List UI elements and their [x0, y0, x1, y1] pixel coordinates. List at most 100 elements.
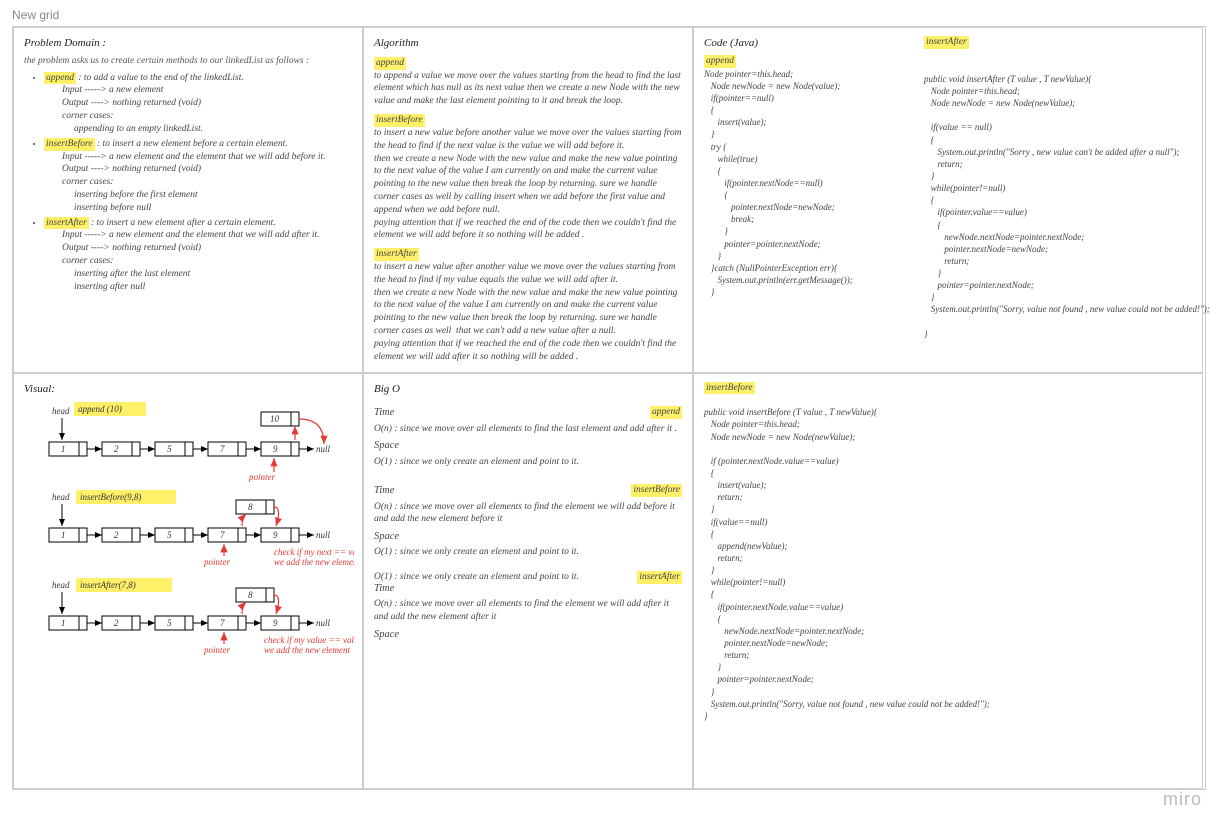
cell-algorithm: Algorithm append to append a value we mo… [363, 27, 693, 373]
problem-heading: Problem Domain : [24, 36, 352, 51]
main-grid: Problem Domain : the problem asks us to … [12, 26, 1206, 790]
vis-null-2: null [316, 530, 331, 540]
bigo-space-2: Space [374, 530, 682, 544]
vis-note-before-1: check if my next == value [274, 547, 354, 557]
vis-note-after-1: check if my value == value [264, 635, 354, 645]
visual-diagram: append (10) head 1 2 5 7 9 null [24, 400, 354, 760]
svg-text:2: 2 [114, 618, 119, 628]
svg-text:7: 7 [220, 618, 225, 628]
cell-visual: Visual: append (10) head 1 2 5 [13, 373, 363, 790]
vis-null-3: null [316, 618, 331, 628]
bigo-append-name: append [650, 406, 682, 419]
method-insert-after-def: : to insert a new element after a certai… [91, 218, 276, 228]
bigo-insertbefore-name: insertBefore [631, 484, 682, 497]
vis-label-insert-after: insertAfter(7,8) [80, 580, 136, 590]
svg-text:5: 5 [167, 618, 172, 628]
svg-text:8: 8 [248, 590, 253, 600]
vis-note-after-2: we add the new element [264, 645, 350, 655]
svg-text:8: 8 [248, 502, 253, 512]
bigo-heading: Big O [374, 382, 682, 397]
insert-before-case-0: inserting before the first element [74, 189, 352, 202]
svg-text:1: 1 [61, 444, 66, 454]
bigo-space-1: Space [374, 439, 682, 453]
cell-code-insertbefore: insertBefore public void insertBefore (T… [693, 373, 1203, 790]
algo-insert-after-name: insertAfter [374, 248, 419, 261]
insert-after-case-1: inserting after null [74, 281, 352, 294]
problem-intro: the problem asks us to create certain me… [24, 55, 352, 68]
vis-row2-chain: 1 2 5 7 9 null [49, 528, 331, 542]
vis-pointer-1: pointer [248, 472, 275, 482]
vis-row3-chain: 1 2 5 7 9 null [49, 616, 331, 630]
bigo-append-space: O(1) : since we only create an element a… [374, 456, 682, 469]
vis-label-append: append (10) [78, 404, 122, 414]
insert-after-output: Output ----> nothing returned (void) [62, 242, 352, 255]
append-case-0: appending to an empty linkedList. [74, 123, 352, 136]
bigo-insertafter-name: insertAfter [637, 571, 682, 584]
vis-null-1: null [316, 444, 331, 454]
method-append-def: : to add a value to the end of the linke… [78, 73, 243, 83]
algo-insert-before-text: to insert a new value before another val… [374, 127, 682, 242]
algo-insert-after-text: to insert a new value after another valu… [374, 261, 682, 364]
vis-row1-chain: 1 2 5 7 9 null [49, 442, 331, 456]
code-heading: Code (Java) [704, 36, 904, 51]
vis-head-2: head [52, 492, 70, 502]
visual-heading: Visual: [24, 382, 352, 397]
method-insert-before: insertBefore [44, 138, 95, 151]
algorithm-heading: Algorithm [374, 36, 682, 51]
method-append: append [44, 72, 76, 85]
vis-head-3: head [52, 580, 70, 590]
vis-pointer-2: pointer [203, 557, 230, 567]
insert-after-input: Input -----> a new element and the eleme… [62, 229, 352, 242]
svg-text:5: 5 [167, 444, 172, 454]
append-corner: corner cases: [62, 110, 352, 123]
vis-label-insert-before: insertBefore(9,8) [80, 492, 141, 502]
cell-bigo: Big O Time append O(n) : since we move o… [363, 373, 693, 790]
bigo-time-3-overlay: Time [374, 582, 682, 596]
svg-text:1: 1 [61, 530, 66, 540]
cell-problem-domain: Problem Domain : the problem asks us to … [13, 27, 363, 373]
svg-text:2: 2 [114, 530, 119, 540]
code-append-body: Node pointer=this.head; Node newNode = n… [704, 68, 904, 299]
svg-text:9: 9 [273, 530, 278, 540]
svg-text:9: 9 [273, 444, 278, 454]
svg-text:9: 9 [273, 618, 278, 628]
append-input: Input -----> a new element [62, 84, 352, 97]
svg-text:10: 10 [270, 414, 280, 424]
svg-text:5: 5 [167, 530, 172, 540]
code-insertafter-body: public void insertAfter (T value , T new… [924, 73, 1210, 340]
svg-text:7: 7 [220, 444, 225, 454]
bigo-insertbefore-space: O(1) : since we only create an element a… [374, 546, 682, 559]
vis-note-before-2: we add the new element [274, 557, 354, 567]
bigo-time-2: Time [374, 484, 394, 498]
algo-insert-before-name: insertBefore [374, 114, 425, 127]
vis-head-1: head [52, 406, 70, 416]
bigo-time-1: Time [374, 406, 394, 420]
algo-append-text: to append a value we move over the value… [374, 70, 682, 108]
code-insertbefore-name: insertBefore [704, 382, 755, 395]
method-insert-after: insertAfter [44, 217, 89, 230]
insert-before-output: Output ----> nothing returned (void) [62, 163, 352, 176]
code-append-name: append [704, 55, 736, 68]
svg-text:1: 1 [61, 618, 66, 628]
insert-after-corner: corner cases: [62, 255, 352, 268]
algo-append-name: append [374, 57, 406, 70]
page-title: New grid [12, 8, 1206, 22]
insert-before-input: Input -----> a new element and the eleme… [62, 151, 352, 164]
bigo-append-time: O(n) : since we move over all elements t… [374, 423, 682, 436]
bigo-space-3: Space [374, 628, 682, 642]
code-insertafter-name: insertAfter [924, 36, 969, 49]
bigo-insertbefore-time: O(n) : since we move over all elements t… [374, 501, 682, 527]
bigo-insertafter-pretime: O(1) : since we only create an element a… [374, 571, 637, 584]
insert-before-case-1: inserting before null [74, 202, 352, 215]
bigo-insertafter-time: O(n) : since we move over all elements t… [374, 598, 682, 624]
code-insertbefore-body: public void insertBefore (T value , T ne… [704, 406, 1192, 722]
svg-text:7: 7 [220, 530, 225, 540]
cell-code-java: Code (Java) append Node pointer=this.hea… [693, 27, 1203, 373]
method-insert-before-def: : to insert a new element before a certa… [97, 139, 288, 149]
insert-after-case-0: inserting after the last element [74, 268, 352, 281]
svg-text:2: 2 [114, 444, 119, 454]
vis-pointer-3: pointer [203, 645, 230, 655]
brand-logo: miro [1163, 789, 1202, 810]
append-output: Output ----> nothing returned (void) [62, 97, 352, 110]
insert-before-corner: corner cases: [62, 176, 352, 189]
